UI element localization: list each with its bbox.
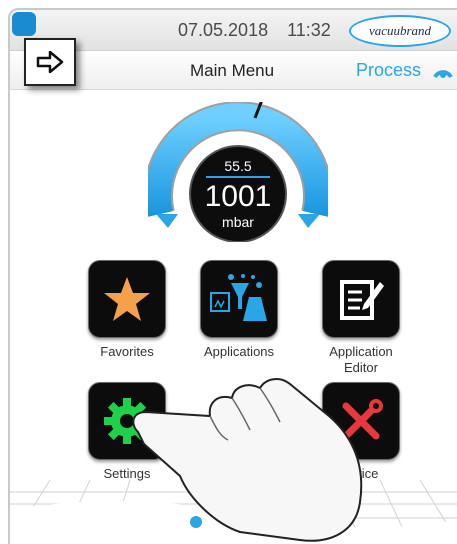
date-text: 07.05.2018 [178, 20, 269, 40]
back-button[interactable] [24, 38, 76, 86]
applications-tile[interactable]: Applications [184, 260, 294, 360]
title-bar: Main Menu Process [10, 51, 457, 90]
hand-icon [132, 378, 363, 542]
applications-button[interactable] [200, 260, 278, 338]
gauge-setpoint: 55.5 [224, 158, 252, 174]
favorites-tile[interactable]: Favorites [72, 260, 182, 360]
pressure-gauge[interactable]: 55.5 1001 mbar [143, 99, 333, 247]
arrow-right-icon [36, 51, 64, 73]
gauge-unit: mbar [222, 214, 254, 230]
home-badge[interactable] [12, 12, 36, 36]
application-editor-button[interactable] [322, 260, 400, 338]
applications-icon [210, 274, 267, 321]
process-icon[interactable] [432, 62, 454, 80]
process-link[interactable]: Process [356, 60, 421, 81]
datetime: 07.05.2018 11:32 [178, 20, 331, 41]
favorites-button[interactable] [88, 260, 166, 338]
editor-icon [340, 280, 384, 320]
gauge-value: 1001 [204, 180, 272, 213]
star-icon [104, 277, 150, 321]
brand-logo: vacuubrand [349, 15, 451, 47]
time-text: 11:32 [287, 20, 331, 40]
favorites-label: Favorites [100, 344, 154, 359]
status-bar: 07.05.2018 11:32 vacuubrand [10, 10, 457, 51]
device-screen: 07.05.2018 11:32 vacuubrand Main Menu Pr… [8, 8, 457, 544]
applications-label: Applications [203, 344, 275, 359]
application-editor-label-line1: Application [329, 344, 393, 359]
application-editor-tile[interactable]: Application Editor [306, 260, 416, 376]
page-title: Main Menu [190, 61, 275, 80]
